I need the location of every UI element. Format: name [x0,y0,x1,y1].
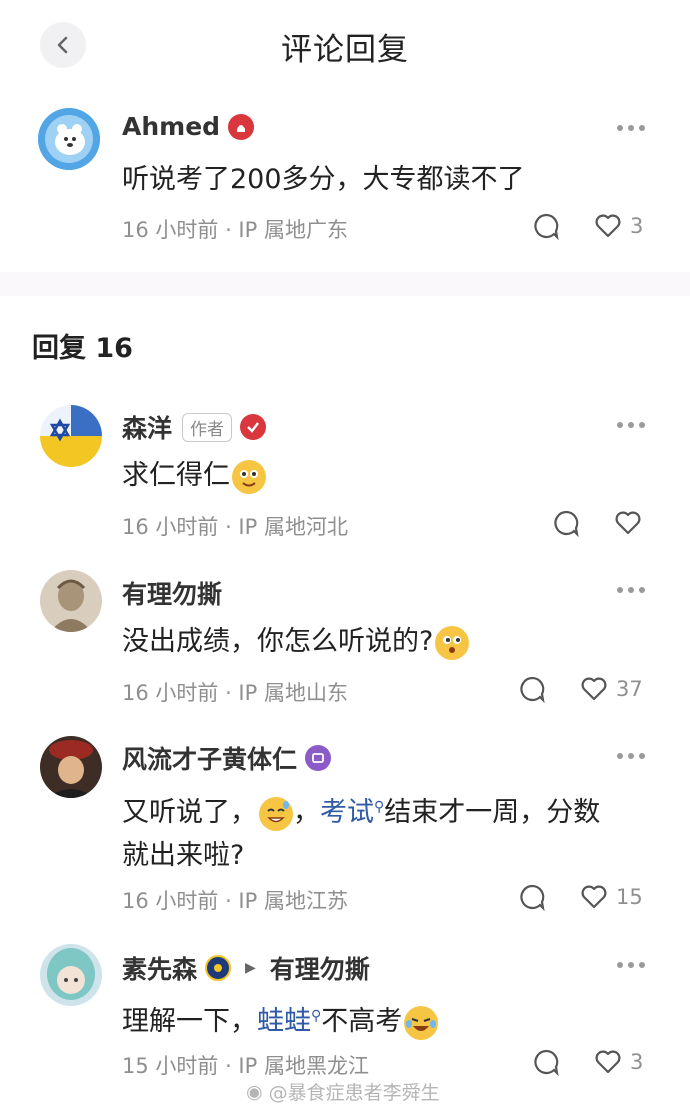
search-link[interactable]: 蛙蛙 [257,1006,311,1037]
heart-icon [595,1050,621,1074]
more-icon[interactable] [616,752,646,760]
like-count: 3 [630,1050,644,1074]
username[interactable]: 素先森 [122,950,197,986]
emoji-icon [259,796,293,831]
comment-meta: 16 小时前 · IP 属地江苏 [122,889,348,913]
like-count: 3 [630,214,644,238]
comment-text: 又听说了， ，考试⚲结束才一周，分数 就出来啦? [122,796,601,871]
comment-text: 理解一下，蛙蛙⚲不高考 [122,995,439,1043]
page-title: 评论回复 [281,32,409,68]
comment-meta: 16 小时前 · IP 属地广东 [122,218,348,242]
search-link[interactable]: 考试 [320,797,374,828]
username[interactable]: 有理勿撕 [122,575,222,611]
avatar[interactable] [40,944,102,1006]
like-button[interactable]: 37 [580,675,643,703]
replies-heading: 回复 16 [32,333,133,364]
weibo-icon: ◉ [246,1080,263,1103]
comment-meta: 16 小时前 · IP 属地山东 [122,681,348,705]
like-button[interactable]: 3 [594,212,643,240]
comment-button[interactable] [552,509,580,537]
emoji-icon [435,625,470,660]
comment-button[interactable] [518,675,546,703]
like-button[interactable]: 15 [580,883,643,911]
comment-text: 听说考了200多分，大专都读不了 [122,164,525,195]
comment-icon [534,213,559,240]
more-icon[interactable] [616,421,646,429]
top-bar: 评论回复 [0,0,690,92]
avatar[interactable] [40,405,102,467]
like-count: 37 [616,677,643,701]
like-count: 15 [616,885,643,909]
comment-button[interactable] [532,1048,560,1076]
more-icon[interactable] [616,586,646,594]
comment-text: 没出成绩，你怎么听说的? [122,620,470,663]
username[interactable]: 森洋 [122,409,172,445]
username[interactable]: Ahmed [122,112,220,141]
heart-icon [615,511,641,535]
heart-icon [581,677,607,701]
badge-icon [205,955,232,981]
like-button[interactable]: 3 [594,1048,643,1076]
comment-meta: 15 小时前 · IP 属地黑龙江 [122,1054,369,1078]
reply-to-username[interactable]: 有理勿撕 [270,950,370,986]
comment-button[interactable] [532,212,560,240]
search-mark-icon: ⚲ [374,799,385,815]
section-divider [0,272,690,296]
comment-text: 求仁得仁 [122,454,266,497]
watermark: ◉ @暴食症患者李舜生 [246,1080,440,1105]
comment-icon [534,1049,559,1076]
emoji-icon [232,459,266,494]
root-comment: Ahmed 听说考了200多分，大专都读不了 16 小时前 · IP 属地广东 … [0,100,690,270]
more-icon[interactable] [616,124,646,132]
comment-icon [520,884,545,911]
author-tag: 作者 [182,412,233,442]
comment-button[interactable] [518,883,546,911]
username[interactable]: 风流才子黄体仁 [122,740,297,776]
search-mark-icon: ⚲ [311,1008,322,1024]
badge-icon [305,745,332,771]
emoji-icon [404,1005,439,1040]
like-button[interactable] [614,509,642,537]
comment-icon [554,510,579,537]
avatar[interactable] [40,570,102,632]
comment-icon [520,676,545,703]
badge-icon [228,113,255,140]
reply-arrow-icon: ▶ [245,960,256,976]
avatar[interactable] [38,108,100,170]
avatar[interactable] [40,736,102,798]
heart-icon [581,885,607,909]
more-icon[interactable] [616,961,646,969]
heart-icon [595,214,621,238]
badge-icon [240,414,267,440]
comment-meta: 16 小时前 · IP 属地河北 [122,515,348,539]
